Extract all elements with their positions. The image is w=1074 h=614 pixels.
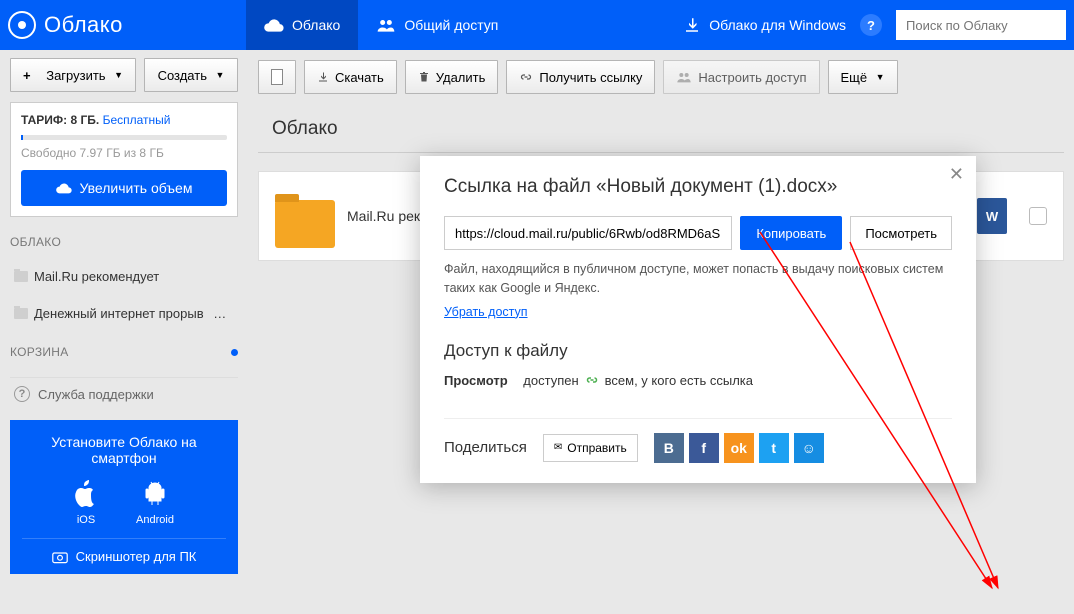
- android-link[interactable]: Android: [136, 480, 174, 526]
- link-status-icon[interactable]: [1029, 207, 1047, 225]
- ios-link[interactable]: iOS: [74, 480, 98, 526]
- tab-cloud[interactable]: Облако: [246, 0, 358, 50]
- promo-title: Установите Облако на смартфон: [22, 434, 226, 466]
- download-button[interactable]: Скачать: [304, 60, 397, 94]
- storage-bar: [21, 135, 227, 140]
- share-link-modal: ✕ Ссылка на файл «Новый документ (1).doc…: [420, 156, 976, 483]
- trash-icon: [418, 71, 430, 83]
- camera-icon: [52, 550, 68, 564]
- cloud-icon: [264, 18, 284, 32]
- people-icon: [676, 71, 692, 83]
- enlarge-button[interactable]: Увеличить объем: [21, 170, 227, 206]
- at-icon: [8, 11, 36, 39]
- select-all-checkbox[interactable]: [258, 60, 296, 94]
- mm-share-icon[interactable]: ☺: [794, 433, 824, 463]
- access-button[interactable]: Настроить доступ: [663, 60, 819, 94]
- people-icon: [376, 18, 396, 32]
- hint-text: Файл, находящийся в публичном доступе, м…: [444, 260, 952, 298]
- vk-share-icon[interactable]: B: [654, 433, 684, 463]
- link-icon: [585, 374, 599, 386]
- screenshoter-link[interactable]: Скриншотер для ПК: [22, 538, 226, 564]
- promo-box: Установите Облако на смартфон iOS Androi…: [10, 420, 238, 574]
- android-icon: [143, 480, 167, 508]
- remove-access-link[interactable]: Убрать доступ: [444, 305, 528, 319]
- sidebar-item-money[interactable]: Денежный интернет прорыв …: [10, 300, 238, 327]
- logo-text: Облако: [44, 12, 123, 38]
- tab-shared[interactable]: Общий доступ: [358, 0, 516, 50]
- folder-thumb-icon: [275, 200, 335, 248]
- delete-button[interactable]: Удалить: [405, 60, 499, 94]
- plan-box: ТАРИФ: 8 ГБ. Бесплатный Свободно 7.97 ГБ…: [10, 102, 238, 217]
- breadcrumb[interactable]: Облако: [272, 118, 338, 140]
- copy-button[interactable]: Копировать: [740, 216, 842, 250]
- section-trash-title[interactable]: КОРЗИНА: [10, 345, 238, 359]
- dot-indicator: [231, 349, 238, 356]
- logo[interactable]: Облако: [8, 11, 246, 39]
- free-space-label: Свободно 7.97 ГБ из 8 ГБ: [21, 146, 227, 160]
- apple-icon: [74, 480, 98, 508]
- section-cloud-title: ОБЛАКО: [10, 235, 238, 249]
- folder-icon: [14, 308, 28, 319]
- download-icon: [683, 16, 701, 34]
- download-windows-link[interactable]: Облако для Windows: [683, 16, 846, 34]
- plan-type-link[interactable]: Бесплатный: [103, 113, 171, 127]
- question-icon: ?: [14, 386, 30, 402]
- search-input[interactable]: [896, 10, 1066, 40]
- download-icon: [317, 71, 329, 83]
- create-button[interactable]: Создать ▼: [144, 58, 238, 92]
- close-icon[interactable]: ✕: [949, 164, 964, 185]
- more-button[interactable]: Ещё ▼: [828, 60, 898, 94]
- support-link[interactable]: ?Служба поддержки: [10, 377, 238, 410]
- public-url-input[interactable]: [444, 216, 732, 250]
- upload-button[interactable]: + Загрузить ▼: [10, 58, 136, 92]
- send-email-button[interactable]: ✉Отправить: [543, 434, 638, 462]
- access-line: Просмотр доступен всем, у кого есть ссыл…: [444, 373, 952, 404]
- cloud-icon: [56, 182, 72, 194]
- ok-share-icon[interactable]: ok: [724, 433, 754, 463]
- view-button[interactable]: Посмотреть: [850, 216, 952, 250]
- folder-icon: [14, 271, 28, 282]
- sidebar-item-recommends[interactable]: Mail.Ru рекомендует: [10, 263, 238, 290]
- link-icon: [519, 71, 533, 83]
- access-heading: Доступ к файлу: [444, 341, 952, 361]
- share-heading: Поделиться: [444, 439, 527, 456]
- help-icon[interactable]: ?: [860, 14, 882, 36]
- modal-title: Ссылка на файл «Новый документ (1).docx»: [444, 176, 952, 198]
- fb-share-icon[interactable]: f: [689, 433, 719, 463]
- getlink-button[interactable]: Получить ссылку: [506, 60, 655, 94]
- tw-share-icon[interactable]: t: [759, 433, 789, 463]
